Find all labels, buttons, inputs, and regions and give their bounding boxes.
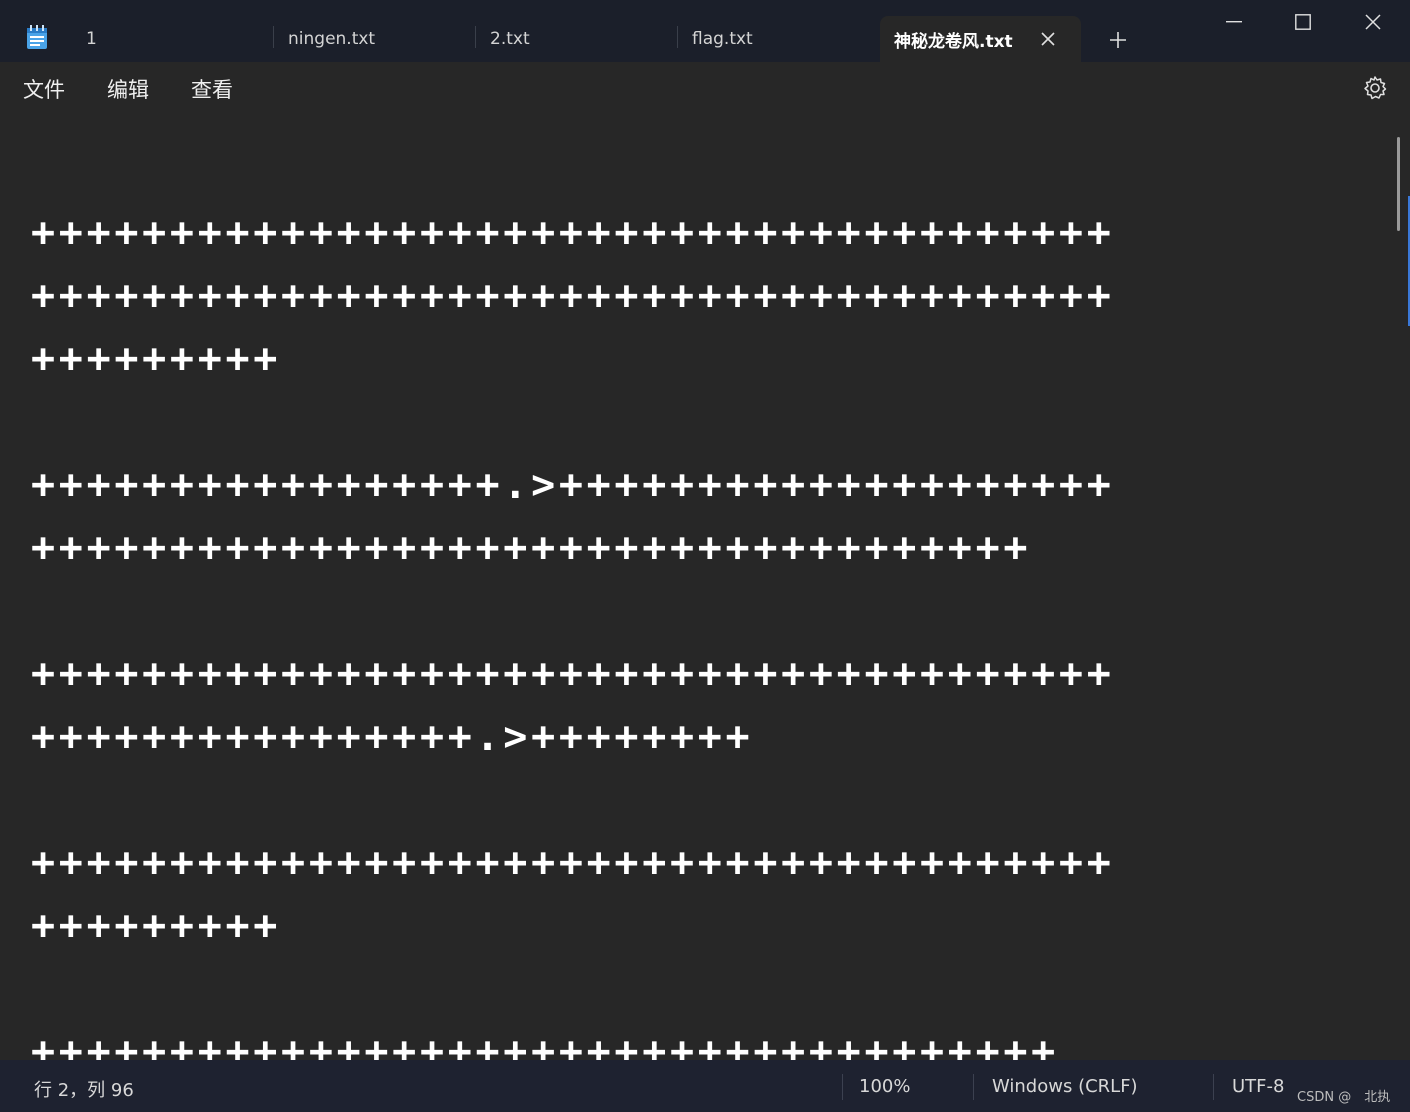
tab-label: 2.txt	[490, 29, 530, 49]
vertical-scrollbar[interactable]	[1397, 137, 1400, 231]
maximize-button[interactable]	[1268, 0, 1338, 44]
cursor-position: 行 2，列 96	[34, 1080, 134, 1101]
tab-2[interactable]: 2.txt	[476, 16, 676, 62]
tab-active-file[interactable]: 神秘龙卷风.txt	[880, 16, 1081, 62]
text-editor[interactable]: +++++++++++++++++++++++++++++++++++++++ …	[0, 112, 1410, 1060]
menu-file[interactable]: 文件	[23, 74, 65, 104]
zoom-level[interactable]: 100%	[859, 1076, 910, 1097]
text-line: +++++++++++++++++++++++++++++++++++++++	[31, 651, 1115, 697]
text-line: ++++++++++++++++++++++++++++++++++++	[31, 525, 1032, 571]
tab-flag[interactable]: flag.txt	[678, 16, 878, 62]
tab-label: 1	[86, 29, 97, 49]
text-line: +++++++++	[31, 903, 282, 949]
plus-icon	[1110, 32, 1126, 48]
menu-view[interactable]: 查看	[191, 74, 233, 104]
title-bar: 1 ningen.txt 2.txt flag.txt 神秘龙卷风.txt	[0, 0, 1410, 62]
maximize-icon	[1295, 14, 1311, 30]
status-divider	[842, 1074, 843, 1100]
line-ending[interactable]: Windows (CRLF)	[992, 1076, 1138, 1097]
text-line: +++++++++++++++++++++++++++++++++++++	[31, 1029, 1059, 1060]
menu-edit[interactable]: 编辑	[107, 74, 149, 104]
notepad-icon	[27, 25, 47, 49]
encoding[interactable]: UTF-8	[1232, 1076, 1284, 1097]
minimize-button[interactable]	[1199, 0, 1269, 44]
menu-bar: 文件 编辑 查看	[0, 62, 1410, 112]
close-window-button[interactable]	[1338, 0, 1408, 44]
text-line: +++++++++++++++++++++++++++++++++++++++	[31, 840, 1115, 886]
text-line: +++++++++++++++++.>++++++++++++++++++++	[31, 462, 1115, 508]
status-bar: 行 2，列 96 100% Windows (CRLF) UTF-8 CSDN …	[0, 1060, 1410, 1112]
text-line: +++++++++++++++++++++++++++++++++++++++	[31, 210, 1115, 256]
text-line: +++++++++++++++++++++++++++++++++++++++	[31, 273, 1115, 319]
text-line: +++++++++	[31, 336, 282, 382]
watermark-text: CSDN @ 北执	[1297, 1090, 1391, 1105]
tab-1[interactable]: 1	[72, 16, 272, 62]
text-line: ++++++++++++++++.>++++++++	[31, 714, 754, 760]
new-tab-button[interactable]	[1104, 26, 1132, 54]
tab-label: 神秘龙卷风.txt	[894, 31, 1013, 52]
notepad-window: 1 ningen.txt 2.txt flag.txt 神秘龙卷风.txt 文件…	[0, 0, 1410, 1112]
tab-label: ningen.txt	[288, 29, 376, 49]
tab-ningen[interactable]: ningen.txt	[274, 16, 474, 62]
tab-label: flag.txt	[692, 29, 753, 49]
gear-icon[interactable]	[1362, 75, 1388, 101]
status-divider	[1213, 1074, 1214, 1100]
close-icon[interactable]	[1037, 28, 1059, 50]
minimize-icon	[1226, 21, 1242, 23]
close-icon	[1365, 14, 1381, 30]
status-divider	[973, 1074, 974, 1100]
